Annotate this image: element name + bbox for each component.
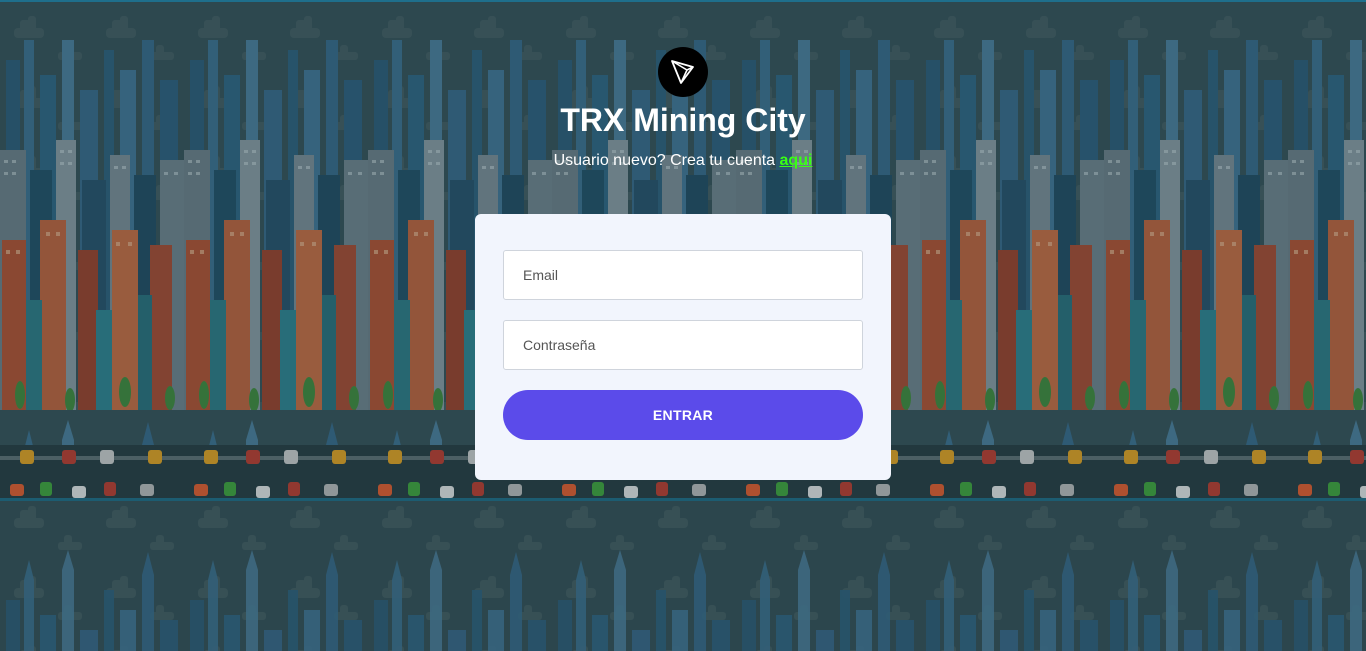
tron-logo-icon — [658, 47, 708, 97]
signup-prompt: Usuario nuevo? Crea tu cuenta aqui — [0, 151, 1366, 171]
top-border — [0, 0, 1366, 2]
password-field[interactable] — [503, 320, 863, 370]
page-title: TRX Mining City — [560, 102, 806, 138]
login-button[interactable]: ENTRAR — [503, 390, 863, 440]
email-field[interactable] — [503, 250, 863, 300]
login-card: ENTRAR — [475, 214, 891, 480]
login-page: TRX Mining City Usuario nuevo? Crea tu c… — [0, 0, 1366, 651]
signup-link[interactable]: aqui — [780, 152, 813, 169]
header: TRX Mining City Usuario nuevo? Crea tu c… — [0, 47, 1366, 171]
signup-prompt-text: Usuario nuevo? Crea tu cuenta — [553, 152, 776, 169]
